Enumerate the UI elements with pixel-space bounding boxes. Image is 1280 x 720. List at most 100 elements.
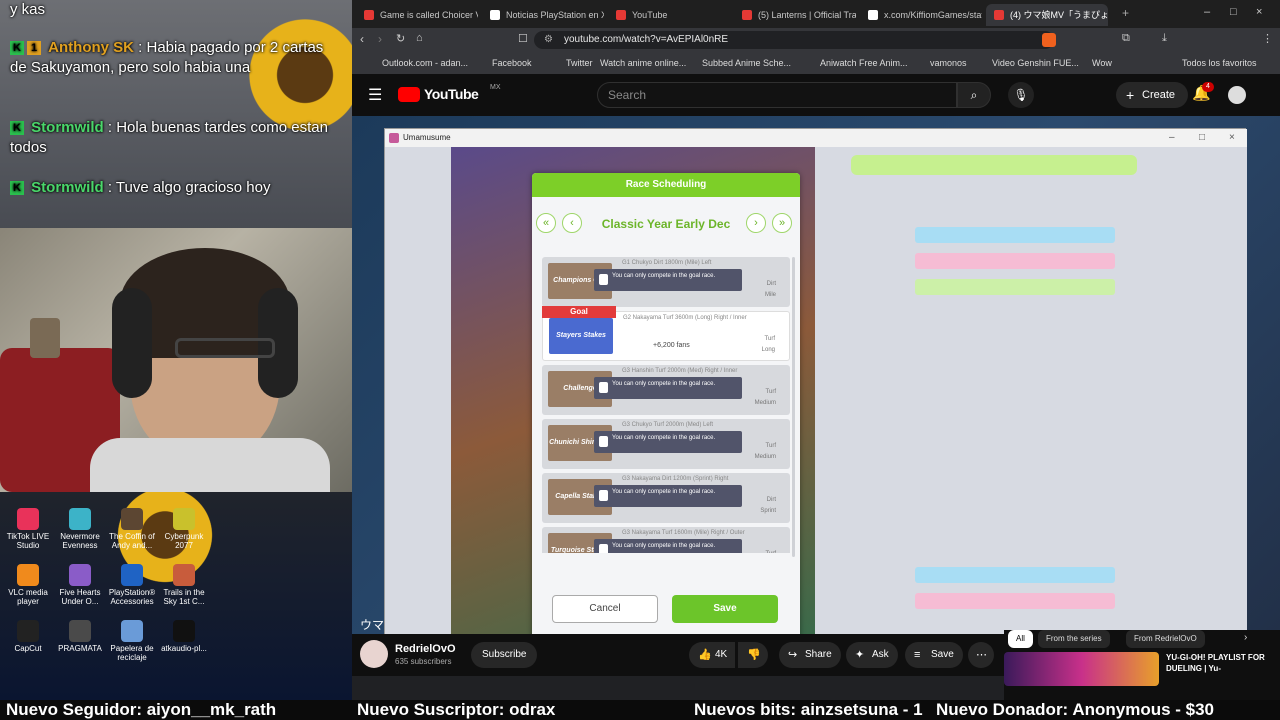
- search-button[interactable]: ⌕: [957, 82, 991, 108]
- brave-shield-icon[interactable]: [1042, 33, 1056, 47]
- desktop-icon[interactable]: Cyberpunk 2077: [160, 508, 208, 550]
- desktop-icon[interactable]: PlayStation® Accessories: [108, 564, 156, 606]
- race-row[interactable]: Turquoise Stakes G3 Nakayama Turf 1600m (…: [542, 527, 790, 553]
- tab-1[interactable]: Noticias PlayStation en X:: [482, 4, 604, 26]
- desktop-icon[interactable]: VLC media player: [4, 564, 52, 606]
- tab-3[interactable]: (5) Lanterns | Official Traile: [734, 4, 856, 26]
- save-video-button[interactable]: ≡ Save: [905, 642, 963, 668]
- app-icon: [17, 620, 39, 642]
- minimize-icon[interactable]: –: [1169, 129, 1175, 147]
- maximize-icon[interactable]: □: [1199, 129, 1205, 147]
- desktop-icon[interactable]: Five Hearts Under O...: [56, 564, 104, 606]
- ask-button[interactable]: ✦ Ask: [846, 642, 898, 668]
- chip-all[interactable]: All: [1008, 630, 1033, 648]
- bookmark-item[interactable]: Wow: [1092, 52, 1112, 74]
- bookmark-icon[interactable]: ☐: [518, 32, 528, 45]
- like-button[interactable]: 👍 4K: [689, 642, 735, 668]
- minimize-icon[interactable]: –: [1204, 6, 1210, 18]
- ticker-follower: Nuevo Seguidor: aiyon__mk_rath: [6, 700, 277, 719]
- extensions-icon[interactable]: ⧉: [1122, 32, 1130, 45]
- back-icon[interactable]: ‹: [360, 32, 364, 46]
- next-icon[interactable]: ›: [746, 213, 766, 233]
- tab-4[interactable]: x.com/KiffiomGames/stat: [860, 4, 982, 26]
- chip-channel[interactable]: From RedrielOvO: [1126, 630, 1205, 648]
- app-icon: [17, 564, 39, 586]
- desktop-icon[interactable]: Nevermore Evenness: [56, 508, 104, 550]
- dialog-title: Race Scheduling: [532, 173, 800, 197]
- bookmark-item[interactable]: Outlook.com - adan...: [382, 52, 468, 74]
- menu-icon[interactable]: ⋮: [1262, 32, 1273, 45]
- desktop-icon[interactable]: Papelera de reciclaje: [108, 620, 156, 662]
- blurred-item: [915, 253, 1115, 269]
- game-titlebar: Umamusume – □ ×: [385, 129, 1247, 147]
- desktop-icon[interactable]: The Coffin of Andy and...: [108, 508, 156, 550]
- mic-button[interactable]: 🎙: [1008, 82, 1034, 108]
- forward-icon[interactable]: ›: [378, 32, 382, 46]
- bookmark-item[interactable]: Aniwatch Free Anim...: [820, 52, 908, 74]
- channel-name[interactable]: RedrielOvO: [395, 643, 456, 655]
- browser-window: Game is called Choicer Vo Noticias PlaySt…: [352, 0, 1280, 700]
- race-header: G2 Nakayama Turf 3600m (Long) Right / In…: [623, 315, 747, 321]
- save-button[interactable]: Save: [672, 595, 778, 623]
- dislike-button[interactable]: 👎: [738, 642, 768, 668]
- bookmark-item[interactable]: Subbed Anime Sche...: [702, 52, 791, 74]
- avatar[interactable]: [1228, 86, 1246, 104]
- chevron-right-icon[interactable]: ›: [1244, 632, 1247, 643]
- cancel-button[interactable]: Cancel: [552, 595, 658, 623]
- youtube-logo[interactable]: YouTube: [424, 86, 479, 102]
- desktop-icon[interactable]: TikTok LIVE Studio: [4, 508, 52, 550]
- desktop-icon[interactable]: PRAGMATA: [56, 620, 104, 653]
- download-icon[interactable]: ⤓: [1162, 32, 1167, 45]
- lock-text: You can only compete in the goal race.: [612, 381, 716, 387]
- desktop-icon[interactable]: atkaudio-pl...: [160, 620, 208, 653]
- race-row[interactable]: Challenge G3 Hanshin Turf 2000m (Med) Rig…: [542, 365, 790, 415]
- url-bar[interactable]: ⚙ youtube.com/watch?v=AvEPIAl0nRE: [534, 31, 1054, 49]
- prev-icon[interactable]: ‹: [562, 213, 582, 233]
- new-tab-icon[interactable]: +: [1122, 6, 1129, 20]
- youtube-logo-icon[interactable]: [398, 87, 420, 102]
- tab-0[interactable]: Game is called Choicer Vo: [356, 4, 478, 26]
- tab-2[interactable]: YouTube: [608, 4, 730, 26]
- create-button[interactable]: + Create: [1116, 82, 1188, 108]
- thumbs-down-icon: 👎: [747, 649, 761, 661]
- race-row[interactable]: Chunichi Shimbun G3 Chukyo Turf 2000m (Me…: [542, 419, 790, 469]
- chip-series[interactable]: From the series: [1038, 630, 1110, 648]
- bookmark-item[interactable]: Video Genshin FUE...: [992, 52, 1079, 74]
- race-list[interactable]: Champions Cup G1 Chukyo Dirt 1800m (Mile)…: [532, 253, 800, 553]
- close-icon[interactable]: ×: [1229, 129, 1235, 147]
- ticker-donation: Nuevo Donador: Anonymous - $30: [936, 700, 1215, 719]
- tab-bar: Game is called Choicer Vo Noticias PlaySt…: [352, 0, 1280, 28]
- home-icon[interactable]: ⌂: [416, 32, 423, 44]
- rec-title[interactable]: YU-GI-OH! PLAYLIST FOR DUELING | Yu-: [1166, 652, 1276, 674]
- bookmark-item[interactable]: Watch anime online...: [600, 52, 686, 74]
- last-page-icon[interactable]: »: [772, 213, 792, 233]
- race-row[interactable]: Stayers Stakes G2 Nakayama Turf 3600m (Lo…: [542, 306, 790, 361]
- bookmark-item[interactable]: Facebook: [492, 52, 532, 74]
- close-icon[interactable]: ×: [1256, 6, 1262, 18]
- tab-5[interactable]: (4) ウマ娘MV「うまぴょい: [986, 4, 1108, 26]
- race-meta: Turf Long: [762, 334, 775, 356]
- bookmark-item[interactable]: Todos los favoritos: [1182, 52, 1257, 74]
- race-row[interactable]: Capella Stakes G3 Nakayama Dirt 1200m (Sp…: [542, 473, 790, 523]
- maximize-icon[interactable]: □: [1230, 6, 1237, 18]
- bookmark-item[interactable]: Twitter: [566, 52, 593, 74]
- scrollbar[interactable]: [792, 257, 795, 557]
- rec-thumbnail[interactable]: [1004, 652, 1159, 686]
- video-player[interactable]: Umamusume – □ × Race Scheduling « ‹ Clas…: [352, 116, 1280, 643]
- hamburger-icon[interactable]: ☰: [368, 85, 382, 105]
- race-meta: Turf Medium: [755, 387, 776, 409]
- search-input[interactable]: Search: [597, 82, 957, 108]
- channel-avatar[interactable]: [360, 640, 388, 668]
- race-row[interactable]: Champions Cup G1 Chukyo Dirt 1800m (Mile)…: [542, 257, 790, 307]
- reload-icon[interactable]: ↻: [396, 32, 405, 45]
- first-page-icon[interactable]: «: [536, 213, 556, 233]
- lock-icon: [599, 490, 608, 501]
- desktop-icon[interactable]: CapCut: [4, 620, 52, 653]
- site-info-icon[interactable]: ⚙: [544, 31, 553, 49]
- more-actions-button[interactable]: ⋯: [968, 642, 994, 668]
- subscribe-button[interactable]: Subscribe: [471, 642, 538, 668]
- share-button[interactable]: ↪ Share: [779, 642, 841, 668]
- app-icon: [173, 508, 195, 530]
- bookmark-item[interactable]: vamonos: [930, 52, 967, 74]
- desktop-icon[interactable]: Trails in the Sky 1st C...: [160, 564, 208, 606]
